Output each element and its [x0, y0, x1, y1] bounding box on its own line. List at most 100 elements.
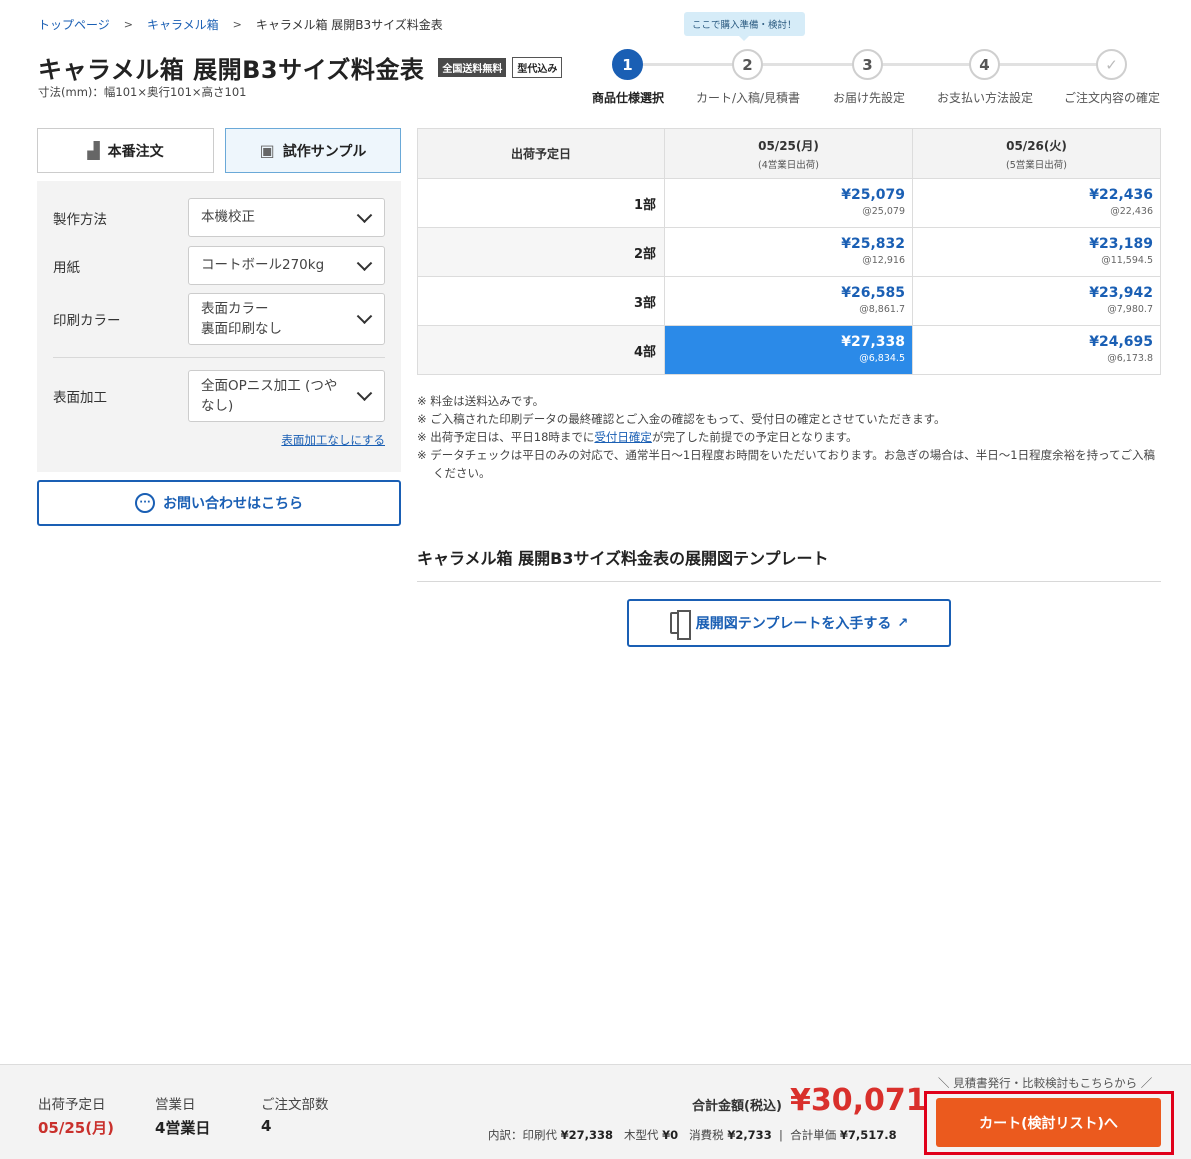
price-cell[interactable]: ¥22,436 @22,436: [912, 178, 1161, 228]
price-cell[interactable]: ¥24,695 @6,173.8: [912, 325, 1161, 375]
option-label: 印刷カラー: [53, 313, 121, 329]
factory-icon: ▟: [87, 141, 100, 160]
print-color-select[interactable]: 表面カラー 裏面印刷なし: [188, 293, 385, 345]
paper-select[interactable]: コートボール270kg: [188, 246, 385, 285]
chevron-down-icon: [356, 206, 373, 223]
price-cell-selected[interactable]: ¥27,338 @6,834.5: [664, 325, 913, 375]
quantity-label: 3部: [417, 276, 665, 326]
chevron-right-icon: >: [232, 18, 242, 31]
option-label: 表面加工: [53, 390, 107, 406]
production-order-label: 本番注文: [107, 143, 164, 160]
spec-options-panel: 製作方法 本機校正 用紙 コートボール270kg 印刷カラー 表面カラー 裏面印刷…: [37, 181, 401, 472]
quantity-summary: ご注文部数 4: [261, 1093, 329, 1135]
table-row: 2部 ¥25,832 @12,916 ¥23,189 @11,594.5: [417, 227, 1161, 277]
sample-order-label: 試作サンプル: [282, 143, 367, 160]
price-cell[interactable]: ¥25,832 @12,916: [664, 227, 913, 277]
print-color-value: 表面カラー 裏面印刷なし: [201, 300, 282, 337]
breadcrumb-link-top[interactable]: トップページ: [38, 16, 110, 33]
production-order-tab[interactable]: ▟ 本番注文: [37, 128, 214, 173]
option-row-method: 製作方法 本機校正: [53, 198, 385, 237]
step-4-circle: 4: [969, 49, 1000, 80]
quantity-value: 4: [261, 1117, 272, 1135]
check-icon: ✓: [1096, 49, 1127, 80]
acceptance-date-link[interactable]: 受付日確定: [594, 430, 652, 444]
step-5-label: ご注文内容の確定: [1063, 91, 1161, 105]
option-row-finish: 表面加工 全面OPニス加工 (つや なし): [53, 370, 385, 422]
price-cell[interactable]: ¥23,942 @7,980.7: [912, 276, 1161, 326]
method-value: 本機校正: [201, 209, 255, 226]
price-cell[interactable]: ¥23,189 @11,594.5: [912, 227, 1161, 277]
option-label: 用紙: [53, 259, 80, 276]
note-item: ※ 料金は送料込みです。: [417, 394, 545, 408]
contact-label: お問い合わせはこちら: [163, 496, 303, 512]
chevron-down-icon: [356, 254, 373, 271]
total-amount: ¥30,071: [790, 1083, 927, 1118]
step-1-circle: 1: [612, 49, 643, 80]
paper-value: コートボール270kg: [201, 257, 325, 274]
business-days-value: 4営業日: [155, 1119, 211, 1137]
price-cell[interactable]: ¥25,079 @25,079: [664, 178, 913, 228]
option-row-color: 印刷カラー 表面カラー 裏面印刷なし: [53, 293, 385, 345]
breadcrumb-current: キャラメル箱 展開B3サイズ料金表: [255, 18, 443, 32]
sample-order-tab[interactable]: ▣ 試作サンプル: [225, 128, 401, 173]
step-4-label: お支払い方法設定: [936, 91, 1034, 105]
option-label: 製作方法: [53, 211, 107, 228]
step-3-circle: 3: [852, 49, 883, 80]
external-link-icon: ↗: [897, 615, 909, 631]
ship-date-header: 出荷予定日: [417, 128, 665, 179]
total-label: 合計金額(税込): [692, 1099, 782, 1114]
get-template-label: 展開図テンプレートを入手する: [695, 616, 892, 632]
method-select[interactable]: 本機校正: [188, 198, 385, 237]
contact-button[interactable]: ··· お問い合わせはこちら: [37, 480, 401, 526]
business-days-summary: 営業日 4営業日: [155, 1093, 210, 1138]
divider: [53, 357, 385, 358]
price-notes: ※ 料金は送料込みです。 ※ ご入稿された印刷データの最終確認とご入金の確認をも…: [417, 392, 1161, 482]
price-table: 出荷予定日 05/25(月) (4営業日出荷) 05/26(火) (5営業日出荷) …: [417, 128, 1161, 375]
step-2-label: カート/入稿/見積書: [695, 91, 801, 105]
price-cell[interactable]: ¥26,585 @8,861.7: [664, 276, 913, 326]
page-title: キャラメル箱 展開B3サイズ料金表: [38, 56, 425, 84]
chat-bubble-icon: ···: [135, 493, 155, 513]
template-icon: [669, 610, 691, 640]
step-1-label: 商品仕様選択: [591, 91, 665, 105]
order-summary-bar: 出荷予定日 05/25(月) 営業日 4営業日 ご注文部数 4 合計金額(税込)…: [0, 1064, 1191, 1159]
breadcrumb-link-category[interactable]: キャラメル箱: [147, 16, 219, 33]
surface-finish-select[interactable]: 全面OPニス加工 (つや なし): [188, 370, 385, 422]
template-section-title: キャラメル箱 展開B3サイズ料金表の展開図テンプレート: [417, 549, 829, 568]
option-row-paper: 用紙 コートボール270kg: [53, 246, 385, 285]
chevron-down-icon: [356, 308, 373, 325]
ship-date-value: 05/25(月): [38, 1119, 114, 1137]
step-2-circle: 2: [732, 49, 763, 80]
note-item: ※ 出荷予定日は、平日18時までに受付日確定が完了した前提での予定日となります。: [417, 430, 858, 444]
ship-date-label: 出荷予定日: [38, 1097, 106, 1113]
add-to-cart-button[interactable]: カート(検討リスト)へ: [936, 1098, 1161, 1147]
die-included-badge: 型代込み: [512, 57, 563, 78]
table-row: 3部 ¥26,585 @8,861.7 ¥23,942 @7,980.7: [417, 276, 1161, 326]
get-template-button[interactable]: 展開図テンプレートを入手する ↗: [627, 599, 951, 647]
quantity-label: ご注文部数: [261, 1097, 329, 1113]
quantity-label: 4部: [417, 325, 665, 375]
date-column-header: 05/26(火) (5営業日出荷): [912, 128, 1161, 179]
free-shipping-badge: 全国送料無料: [438, 58, 507, 77]
surface-finish-value: 全面OPニス加工 (つや なし): [201, 377, 338, 414]
table-row: 4部 ¥27,338 @6,834.5 ¥24,695 @6,173.8: [417, 325, 1161, 375]
sample-box-icon: ▣: [259, 141, 275, 160]
quantity-label: 1部: [417, 178, 665, 228]
quantity-label: 2部: [417, 227, 665, 277]
dimensions-text: 寸法(mm)：幅101×奥行101×高さ101: [38, 85, 247, 99]
steps-tooltip: ここで購入準備・検討！: [684, 12, 805, 41]
note-item: ※ ご入稿された印刷データの最終確認とご入金の確認をもって、受付日の確定とさせて…: [417, 412, 946, 426]
table-row: 1部 ¥25,079 @25,079 ¥22,436 @22,436: [417, 178, 1161, 228]
date-column-header: 05/25(月) (4営業日出荷): [664, 128, 913, 179]
breadcrumb: トップページ > キャラメル箱 > キャラメル箱 展開B3サイズ料金表: [38, 16, 443, 33]
remove-finish-link[interactable]: 表面加工なしにする: [281, 432, 385, 448]
chevron-right-icon: >: [123, 18, 133, 31]
estimate-hint: ＼ 見積書発行・比較検討もこちらから ／: [938, 1076, 1153, 1090]
order-steps: ここで購入準備・検討！ 1 2 3 4 ✓ 商品仕様選択 カート/入稿/見積書 …: [588, 12, 1168, 112]
price-breakdown: 内訳：印刷代 ¥27,338 木型代 ¥0 消費税 ¥2,733 | 合計単価 …: [488, 1128, 897, 1142]
step-3-label: お届け先設定: [832, 91, 906, 105]
note-item: ※ データチェックは平日のみの対応で、通常半日〜1日程度お時間をいただいておりま…: [417, 448, 1156, 480]
title-row: キャラメル箱 展開B3サイズ料金表 全国送料無料 型代込み: [38, 50, 563, 85]
divider: [417, 581, 1161, 582]
ship-date-summary: 出荷予定日 05/25(月): [38, 1093, 114, 1138]
